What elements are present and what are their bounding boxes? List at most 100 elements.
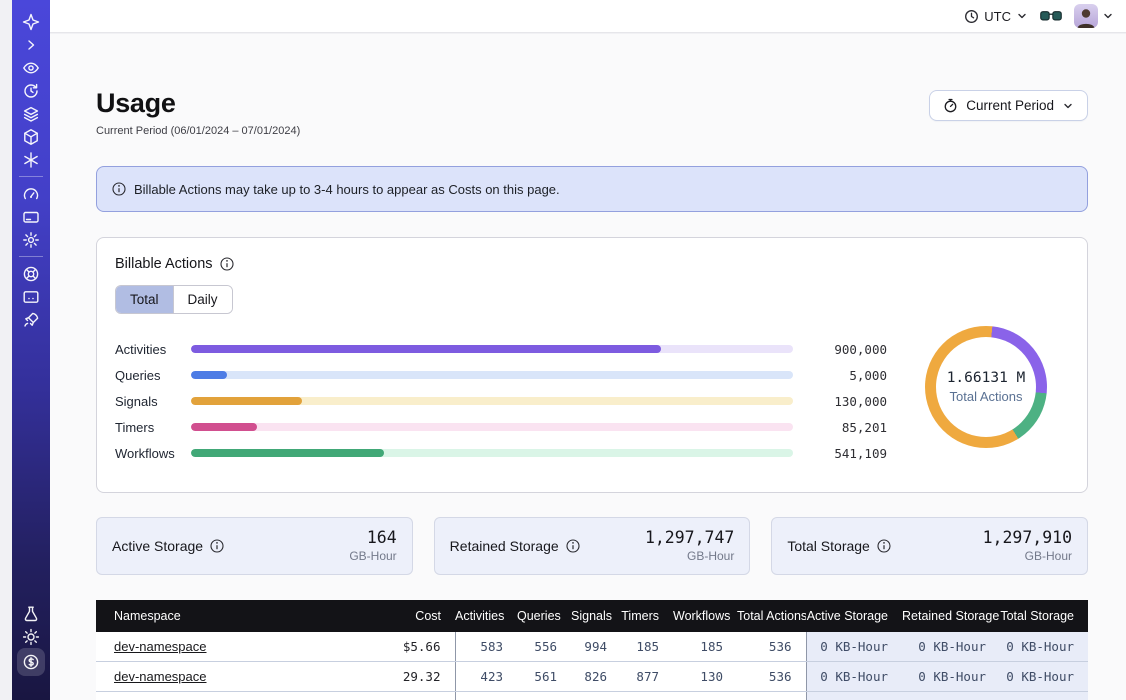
info-icon[interactable]	[210, 539, 224, 553]
cell-total-storage: 0 KB-Hour	[1000, 632, 1088, 662]
timezone-selector[interactable]: UTC	[964, 9, 1028, 24]
total-storage-value: 1,297,910	[983, 529, 1072, 547]
bar-row-activities: Activities900,000	[115, 336, 887, 362]
cell-timers: 877	[621, 662, 673, 692]
column-header-active-storage: Active Storage	[806, 600, 902, 632]
lifebuoy-icon[interactable]	[18, 262, 44, 285]
billable-actions-title: Billable Actions	[115, 256, 1069, 272]
cell-signals: 883	[571, 692, 621, 700]
cell-retained-storage: 0 KB-Hour	[902, 692, 1000, 700]
bar-fill	[191, 423, 257, 431]
column-header-workflows: Workflows	[673, 600, 737, 632]
bar-row-queries: Queries5,000	[115, 362, 887, 388]
page-title: Usage	[96, 90, 300, 117]
main-content: Usage Current Period (06/01/2024 – 07/01…	[50, 34, 1126, 700]
cell-workflows: 600	[673, 692, 737, 700]
banner-text: Billable Actions may take up to 3-4 hour…	[134, 182, 560, 197]
active-storage-value: 164	[349, 529, 396, 547]
namespace-link[interactable]: dev-namespace	[114, 639, 207, 654]
credit-card-icon[interactable]	[18, 205, 44, 228]
cell-cost: $5.66	[358, 632, 455, 662]
bar-value: 5,000	[807, 368, 887, 383]
info-banner: Billable Actions may take up to 3-4 hour…	[96, 166, 1088, 212]
clock-rotate-icon[interactable]	[18, 79, 44, 102]
retained-storage-value: 1,297,747	[645, 529, 734, 547]
cell-total-actions: 536	[737, 662, 806, 692]
cell-active-storage: 0 KB-Hour	[806, 692, 902, 700]
topbar: UTC	[50, 0, 1126, 33]
namespace-link[interactable]: dev-namespace	[114, 669, 207, 684]
avatar	[1074, 4, 1098, 28]
total-storage-label: Total Storage	[787, 538, 891, 554]
bar-value: 130,000	[807, 394, 887, 409]
chevron-down-icon	[1016, 10, 1028, 22]
period-selector-button[interactable]: Current Period	[929, 90, 1088, 121]
rocket-icon[interactable]	[18, 308, 44, 331]
info-icon[interactable]	[566, 539, 580, 553]
info-icon	[112, 182, 126, 196]
retained-storage-card: Retained Storage 1,297,747 GB-Hour	[434, 517, 751, 575]
temporal-logo-icon[interactable]	[18, 10, 44, 33]
cell-timers: 816	[621, 692, 673, 700]
gear-icon[interactable]	[18, 228, 44, 251]
cell-total-actions: 536	[737, 632, 806, 662]
bar-row-workflows: Workflows541,109	[115, 440, 887, 466]
tab-daily[interactable]: Daily	[173, 286, 232, 313]
bar-row-signals: Signals 130,000	[115, 388, 887, 414]
cell-activities: 492	[455, 692, 517, 700]
cell-total-storage: 0 KB-Hour	[1000, 662, 1088, 692]
active-storage-card: Active Storage 164 GB-Hour	[96, 517, 413, 575]
tab-total[interactable]: Total	[116, 286, 173, 313]
cell-activities: 583	[455, 632, 517, 662]
layers-icon[interactable]	[18, 102, 44, 125]
bar-value: 541,109	[807, 446, 887, 461]
cell-namespace: dev-namespace	[96, 662, 358, 692]
gauge-icon[interactable]	[18, 182, 44, 205]
glasses-icon[interactable]	[1040, 10, 1062, 23]
cell-signals: 994	[571, 632, 621, 662]
bar-fill	[191, 371, 227, 379]
sidebar-divider	[19, 256, 43, 257]
storage-summary-row: Active Storage 164 GB-Hour Retained Stor…	[96, 517, 1088, 575]
column-header-timers: Timers	[621, 600, 673, 632]
sidebar	[12, 0, 50, 700]
chevron-right-icon[interactable]	[18, 33, 44, 56]
chevron-down-icon	[1102, 10, 1114, 22]
stopwatch-icon	[943, 98, 958, 113]
cell-queries: 536	[517, 692, 571, 700]
table-row: dev-namespace$3.354925368838166001300 KB…	[96, 692, 1088, 700]
cell-workflows: 130	[673, 662, 737, 692]
table-header-row: NamespaceCostActivitiesQueriesSignalsTim…	[96, 600, 1088, 632]
info-icon[interactable]	[877, 539, 891, 553]
asterisk-icon[interactable]	[18, 148, 44, 171]
active-storage-unit: GB-Hour	[349, 549, 396, 563]
cube-icon[interactable]	[18, 125, 44, 148]
clock-icon	[964, 9, 979, 24]
table-row: dev-namespace$5.665835569941851855360 KB…	[96, 632, 1088, 662]
bar-track	[191, 345, 793, 353]
retained-storage-unit: GB-Hour	[645, 549, 734, 563]
timezone-label: UTC	[984, 9, 1011, 24]
bar-fill	[191, 345, 661, 353]
eye-icon[interactable]	[18, 56, 44, 79]
cell-cost: 29.32	[358, 662, 455, 692]
cell-cost: $3.35	[358, 692, 455, 700]
flask-icon[interactable]	[18, 602, 44, 625]
sidebar-divider	[19, 176, 43, 177]
cell-active-storage: 0 KB-Hour	[806, 632, 902, 662]
sun-icon[interactable]	[18, 625, 44, 648]
bar-row-timers: Timers85,201	[115, 414, 887, 440]
terminal-icon[interactable]	[18, 285, 44, 308]
donut-total-label: Total Actions	[950, 389, 1023, 404]
table-row: dev-namespace29.324235618268771305360 KB…	[96, 662, 1088, 692]
billable-bars: Activities900,000Queries5,000 Signals 130,…	[115, 336, 887, 466]
page-subtitle: Current Period (06/01/2024 – 07/01/2024)	[96, 125, 300, 137]
dollar-coin-icon[interactable]	[17, 648, 45, 676]
info-icon[interactable]	[220, 257, 234, 271]
account-menu[interactable]	[1074, 4, 1114, 28]
bar-track	[191, 371, 793, 379]
total-storage-card: Total Storage 1,297,910 GB-Hour	[771, 517, 1088, 575]
bar-track	[191, 423, 793, 431]
bar-label: Signals	[115, 394, 191, 409]
view-toggle: Total Daily	[115, 285, 233, 314]
